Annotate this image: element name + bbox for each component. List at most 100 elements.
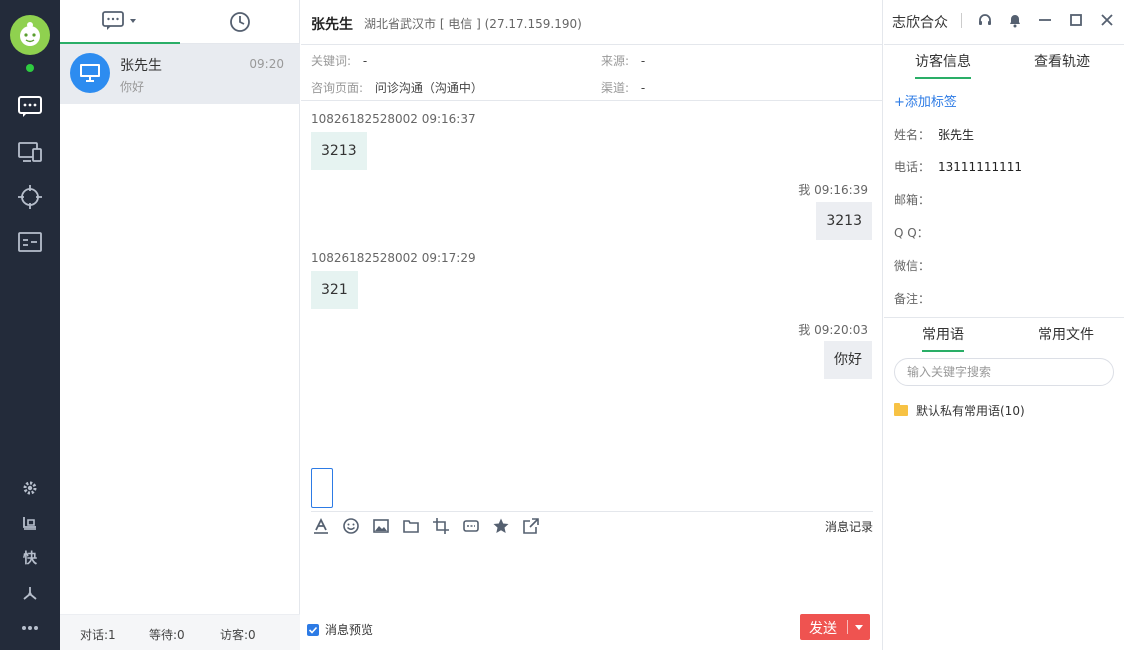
dialog-count: 对话:1 <box>80 628 116 642</box>
nav-rail: 快 <box>0 0 60 650</box>
message-bubble-incoming: 3213 <box>311 132 367 170</box>
minimize-icon[interactable] <box>1035 10 1055 30</box>
chat-nav-icon[interactable] <box>15 92 45 122</box>
field-email-key: 邮箱： <box>894 193 931 207</box>
message-meta: 我 09:20:03 <box>798 323 868 337</box>
online-status-dot <box>26 64 34 72</box>
message-bubble-incoming: 321 <box>311 271 358 309</box>
page-value: 问诊沟通（沟通中） <box>374 81 483 95</box>
phrase-search-input[interactable] <box>894 358 1114 386</box>
bell-notification-icon[interactable] <box>1005 10 1025 30</box>
folder-icon <box>894 403 908 416</box>
agent-avatar[interactable] <box>10 15 50 55</box>
devices-nav-icon[interactable] <box>15 137 45 167</box>
conversation-tabs <box>60 0 300 44</box>
quick-reply-icon[interactable] <box>461 516 481 536</box>
target-nav-icon[interactable] <box>15 182 45 212</box>
source-value: - <box>640 54 646 68</box>
chat-main: 张先生 湖北省武汉市 [ 电信 ] (27.17.159.190) 关键词: -… <box>301 0 883 650</box>
message-meta: 我 09:16:39 <box>798 183 868 197</box>
page-row: 咨询页面: 问诊沟通（沟通中） <box>311 79 483 96</box>
field-qq-key: Q Q： <box>894 226 929 240</box>
source-label: 来源: <box>601 54 630 68</box>
send-options-caret-icon[interactable] <box>855 625 863 630</box>
message-meta: 10826182528002 09:17:29 <box>311 251 476 265</box>
message-input-caret[interactable] <box>311 468 333 508</box>
field-phone-key: 电话： <box>894 160 931 174</box>
message-meta: 10826182528002 09:16:37 <box>311 112 476 126</box>
star-icon[interactable] <box>491 516 511 536</box>
add-tag-link[interactable]: +添加标签 <box>894 91 957 110</box>
visitor-count: 访客:0 <box>220 628 256 642</box>
conversation-item[interactable]: 张先生 09:20 你好 <box>60 44 300 104</box>
visitor-detail-panel: 访客信息 查看轨迹 +添加标签 姓名： 张先生 电话： 13111111111 邮箱… <box>884 44 1124 650</box>
field-phone-value: 13111111111 <box>938 160 1022 174</box>
tab-current-chats[interactable] <box>60 0 180 44</box>
source-row: 来源: - <box>601 52 645 69</box>
keyword-row: 关键词: - <box>311 52 367 69</box>
field-wechat-key: 微信： <box>894 259 931 273</box>
card-nav-icon[interactable] <box>15 227 45 257</box>
shortcut-kuai-icon[interactable]: 快 <box>18 546 42 570</box>
send-divider <box>847 620 848 634</box>
image-icon[interactable] <box>371 516 391 536</box>
window-title: 志欣合众 <box>892 15 948 31</box>
tab-view-trace[interactable]: 查看轨迹 <box>1034 51 1090 77</box>
field-name-key: 姓名： <box>894 128 931 142</box>
network-icon[interactable] <box>18 581 42 605</box>
chat-bubble-icon <box>102 11 136 30</box>
message-bubble-outgoing: 3213 <box>816 202 872 240</box>
tab-common-phrases[interactable]: 常用语 <box>922 324 964 352</box>
conversation-visitor-name: 张先生 <box>120 58 162 74</box>
desktop-icon <box>80 64 100 82</box>
panel-divider <box>884 317 1124 318</box>
settings-gear-icon[interactable] <box>18 476 42 500</box>
send-button-label: 发送 <box>809 621 837 637</box>
tab-common-files[interactable]: 常用文件 <box>1038 324 1094 350</box>
channel-label: 渠道: <box>601 81 630 95</box>
monitor-user-icon[interactable] <box>18 511 42 535</box>
maximize-icon[interactable] <box>1066 10 1086 30</box>
checkbox-checked-icon <box>307 623 319 636</box>
baby-face-icon <box>20 22 40 46</box>
field-name: 姓名： 张先生 <box>894 126 974 143</box>
field-qq: Q Q： <box>894 224 937 241</box>
conversation-preview: 你好 <box>120 80 145 94</box>
keyword-value: - <box>362 54 368 68</box>
phrase-folder-label: 默认私有常用语(10) <box>916 404 1025 418</box>
title-divider <box>961 13 962 28</box>
field-remark-key: 备注： <box>894 292 931 306</box>
message-history-link[interactable]: 消息记录 <box>825 518 873 535</box>
composer-toolbar: 消息记录 <box>311 511 873 537</box>
more-dots-icon[interactable] <box>18 616 42 640</box>
field-email: 邮箱： <box>894 191 938 208</box>
phrase-folder-item[interactable]: 默认私有常用语(10) <box>894 402 1025 419</box>
field-name-value: 张先生 <box>938 128 975 142</box>
channel-value: - <box>640 81 646 95</box>
visitor-name-title: 张先生 <box>311 17 353 33</box>
conversation-stats: 对话:1 等待:0 访客:0 <box>60 614 300 650</box>
page-label: 咨询页面: <box>311 81 364 95</box>
tab-history[interactable] <box>180 0 300 44</box>
visitor-avatar <box>70 53 110 93</box>
close-icon[interactable] <box>1097 10 1117 30</box>
message-preview-checkbox[interactable]: 消息预览 <box>307 621 373 638</box>
visitor-info-bar: 关键词: - 来源: - 咨询页面: 问诊沟通（沟通中） 渠道: - <box>301 44 883 101</box>
font-icon[interactable] <box>311 516 331 536</box>
field-wechat: 微信： <box>894 257 938 274</box>
folder-icon[interactable] <box>401 516 421 536</box>
headset-support-icon[interactable] <box>975 10 995 30</box>
screenshot-crop-icon[interactable] <box>431 516 451 536</box>
clock-icon <box>230 12 250 32</box>
field-remark: 备注： <box>894 290 938 307</box>
send-button[interactable]: 发送 <box>800 614 870 640</box>
channel-row: 渠道: - <box>601 79 645 96</box>
message-preview-label: 消息预览 <box>325 623 374 637</box>
emoji-icon[interactable] <box>341 516 361 536</box>
visitor-location: 湖北省武汉市 [ 电信 ] (27.17.159.190) <box>364 17 582 31</box>
keyword-label: 关键词: <box>311 54 352 68</box>
conversation-panel: 张先生 09:20 你好 对话:1 等待:0 访客:0 <box>60 0 300 650</box>
conversation-time: 09:20 <box>249 57 284 71</box>
tab-visitor-info[interactable]: 访客信息 <box>915 51 971 79</box>
share-export-icon[interactable] <box>521 516 541 536</box>
